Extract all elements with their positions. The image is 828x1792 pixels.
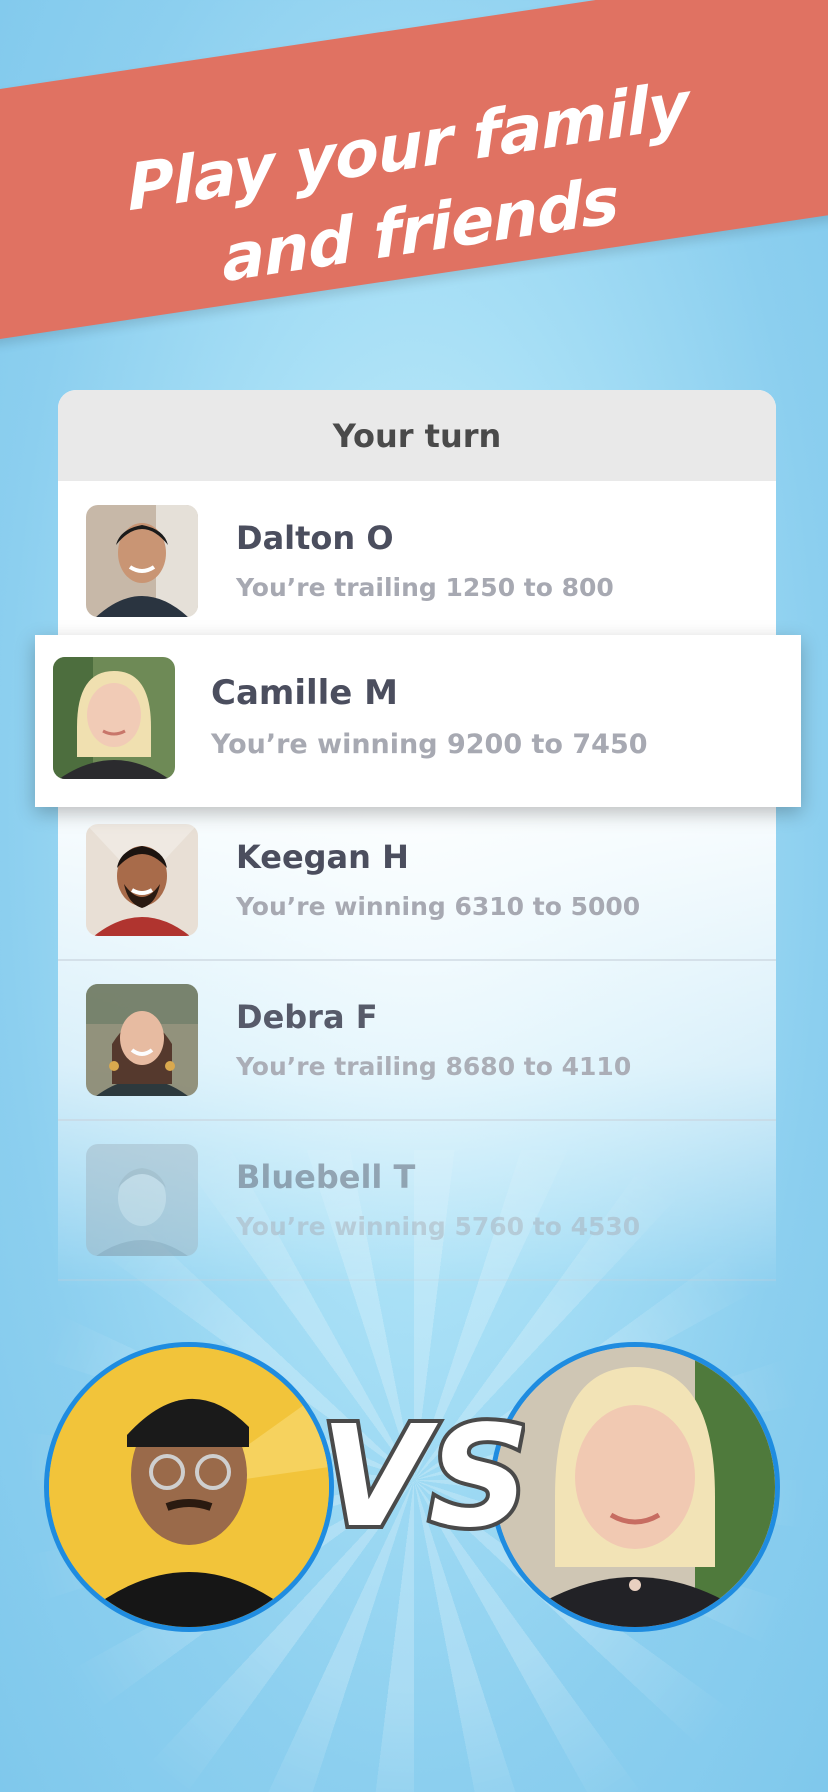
game-status: You’re winning 5760 to 4530 bbox=[236, 1212, 641, 1241]
avatar bbox=[86, 984, 198, 1096]
player-name: Camille M bbox=[211, 673, 399, 713]
games-list-card: Your turn Dalton O You’re trailing 1250 … bbox=[58, 390, 776, 1290]
list-item[interactable]: Keegan H You’re winning 6310 to 5000 bbox=[58, 800, 776, 961]
player-name: Bluebell T bbox=[236, 1158, 416, 1196]
game-status: You’re winning 6310 to 5000 bbox=[236, 892, 641, 921]
game-status: You’re trailing 8680 to 4110 bbox=[236, 1052, 632, 1081]
avatar bbox=[53, 657, 175, 779]
versus-badge: VS bbox=[316, 1392, 533, 1575]
avatar bbox=[86, 505, 198, 617]
game-status: You’re winning 9200 to 7450 bbox=[211, 729, 648, 760]
avatar bbox=[86, 824, 198, 936]
player-name: Keegan H bbox=[236, 838, 409, 876]
list-item[interactable]: Bluebell T You’re winning 5760 to 4530 bbox=[58, 1120, 776, 1281]
list-item[interactable]: Dalton O You’re trailing 1250 to 800 bbox=[58, 481, 776, 642]
game-status: You’re trailing 1250 to 800 bbox=[236, 573, 614, 602]
versus-label: VS bbox=[325, 1396, 525, 1559]
player-avatar-right bbox=[490, 1342, 780, 1632]
list-header: Your turn bbox=[58, 390, 776, 481]
list-item[interactable]: Debra F You’re trailing 8680 to 4110 bbox=[58, 960, 776, 1121]
player-name: Debra F bbox=[236, 998, 378, 1036]
player-avatar-left bbox=[44, 1342, 334, 1632]
avatar bbox=[86, 1144, 198, 1256]
list-item-highlighted[interactable]: Camille M You’re winning 9200 to 7450 bbox=[35, 635, 801, 807]
player-name: Dalton O bbox=[236, 519, 394, 557]
